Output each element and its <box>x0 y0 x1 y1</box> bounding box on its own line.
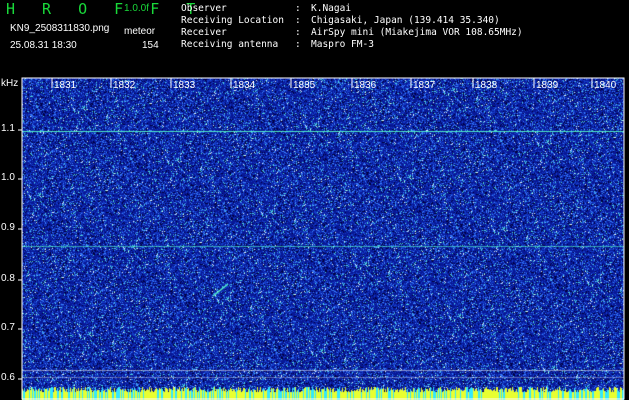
plot-frame <box>21 77 625 400</box>
axis-ticks <box>18 77 625 400</box>
